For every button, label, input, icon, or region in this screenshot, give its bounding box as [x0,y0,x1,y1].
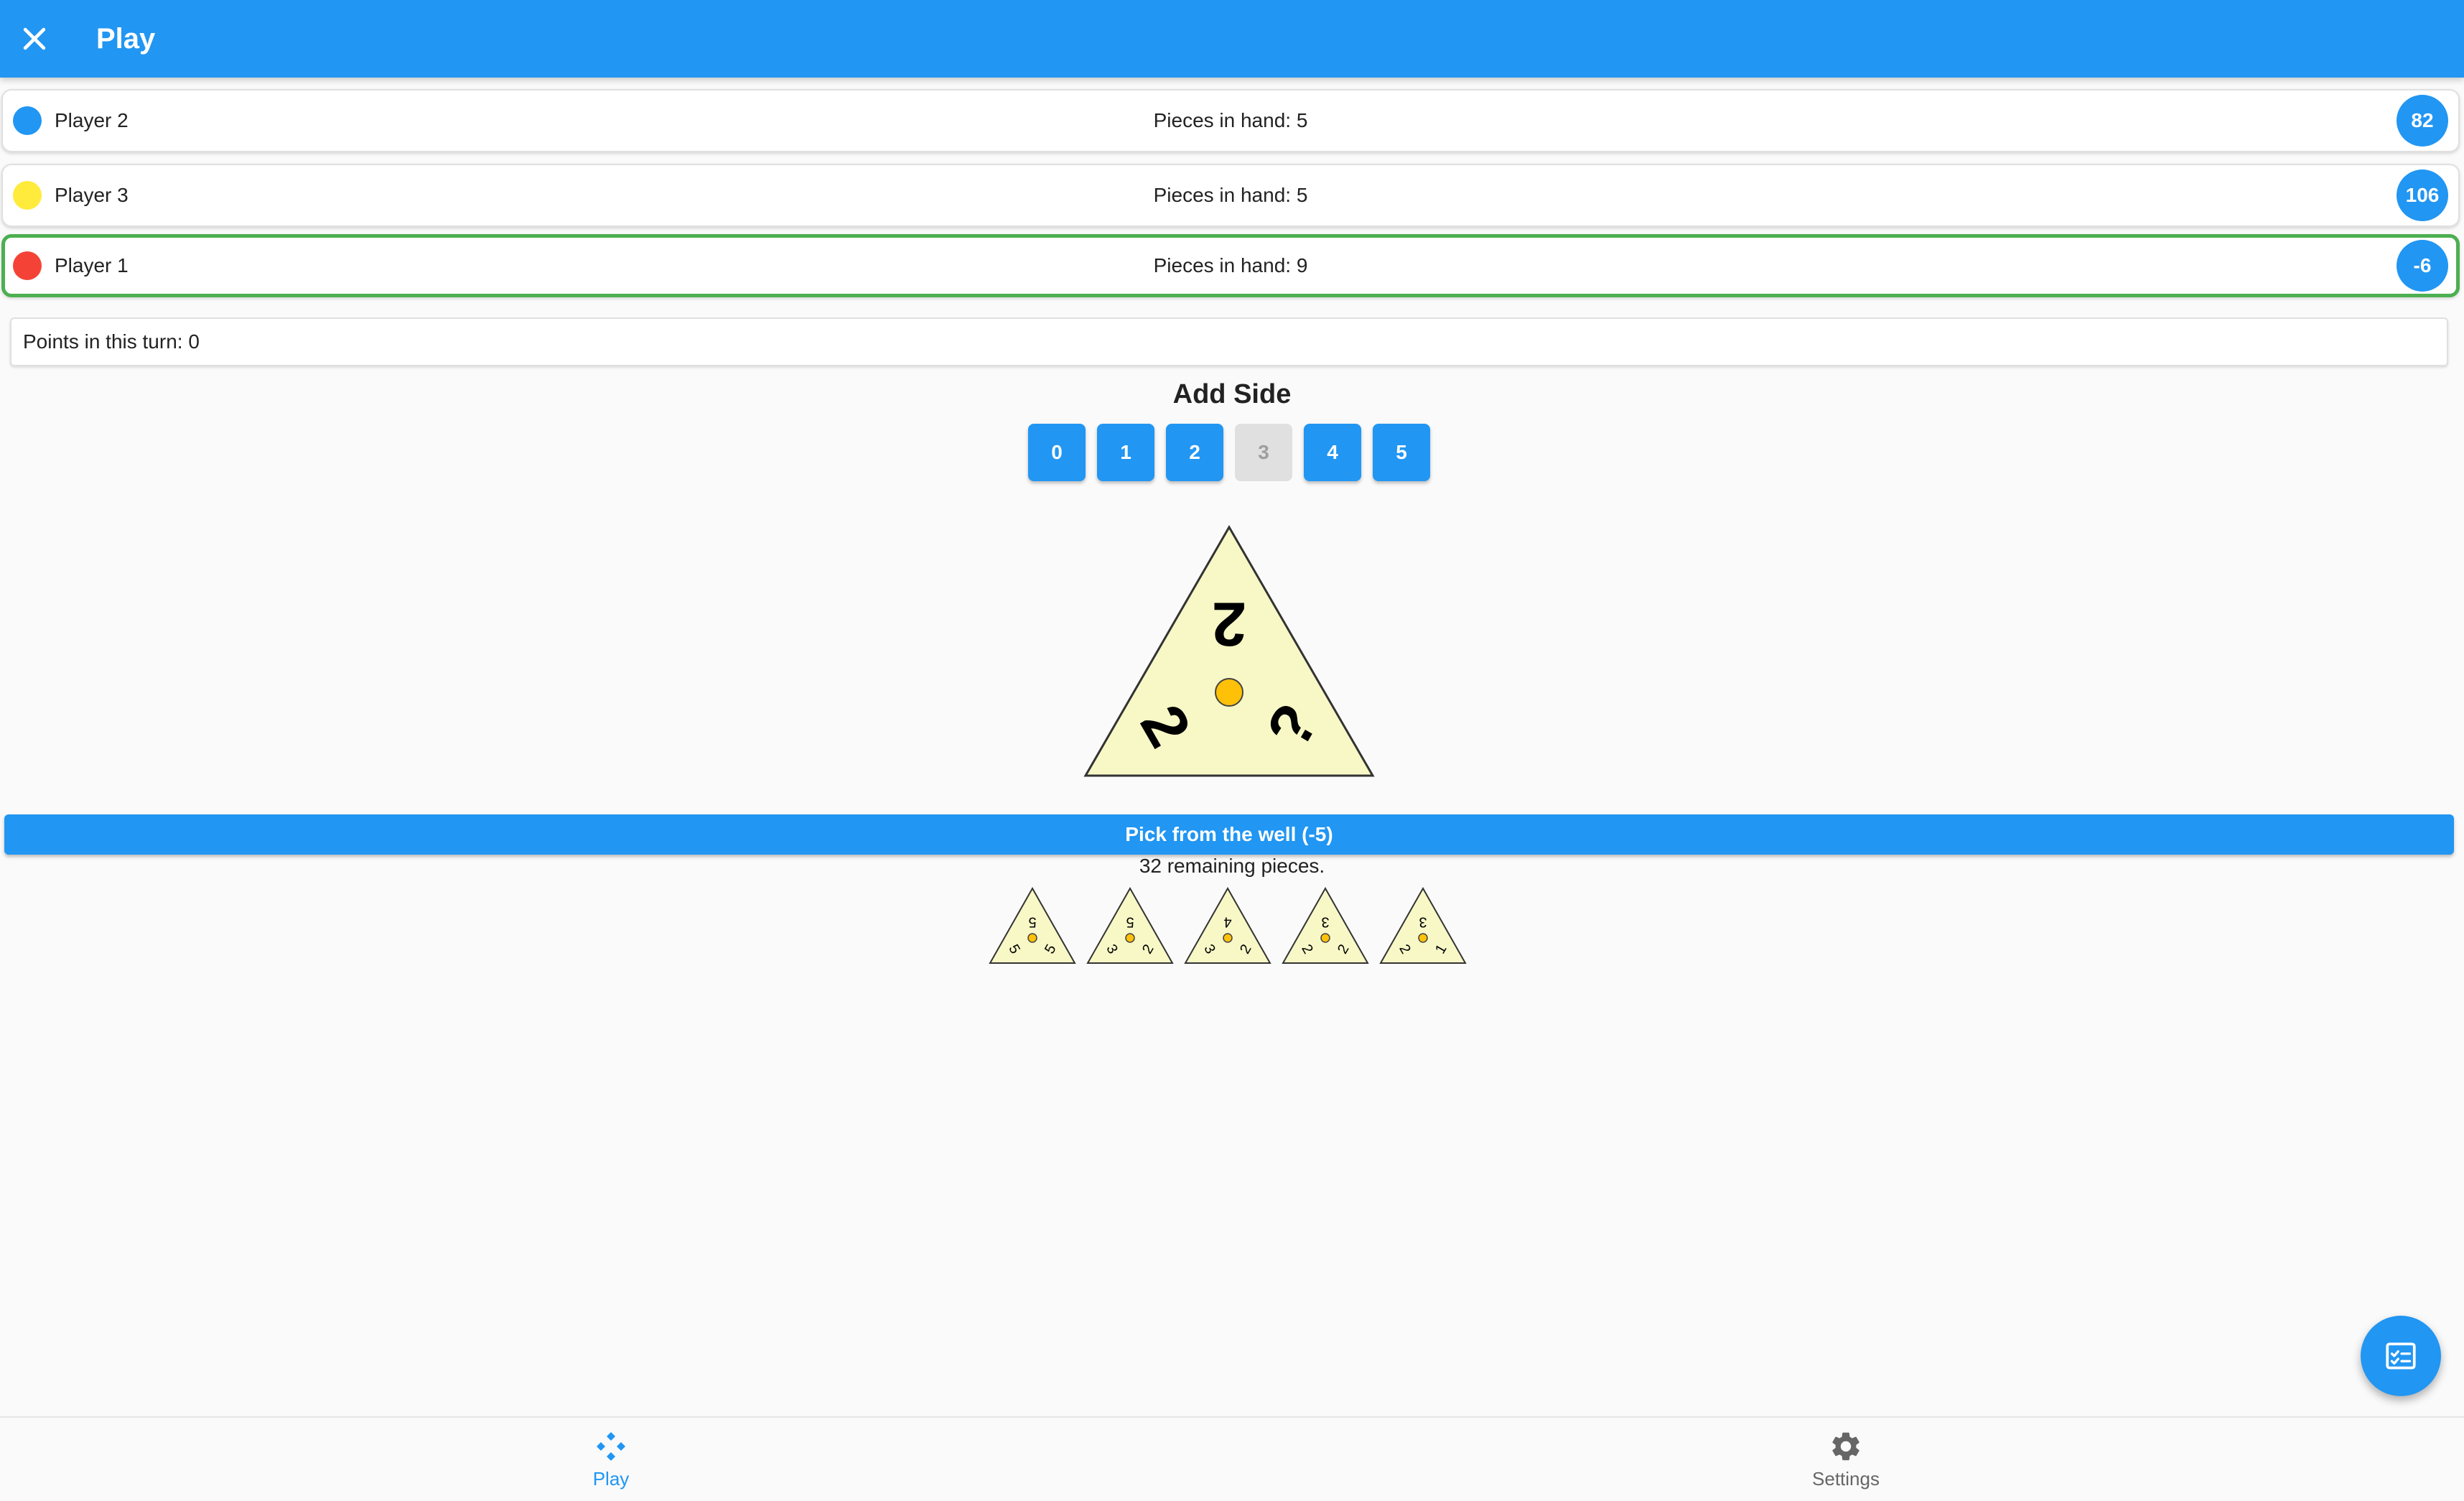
player-name: Player 2 [55,109,129,131]
tile-center-dot [1320,933,1330,943]
tile-center-dot [1027,933,1037,943]
tile-value-top: 4 [1223,914,1231,930]
gamepad-icon [597,1431,625,1461]
nav-item-settings[interactable]: Settings [1738,1418,1954,1501]
hand-tile[interactable]: 5 5 5 [988,886,1077,965]
score-badge: -6 [2397,240,2448,292]
player-color-dot [13,106,42,135]
tile-value-top: 5 [1126,914,1134,930]
hand-tile[interactable]: 3 2 1 [1378,886,1467,965]
pieces-in-hand: Pieces in hand: 5 [1153,109,1308,131]
side-button-5[interactable]: 5 [1373,424,1430,481]
side-button-0[interactable]: 0 [1028,424,1086,481]
nav-label-play: Play [592,1467,630,1490]
page-title: Play [96,22,156,55]
bottom-navigation: Play Settings [0,1416,2464,1500]
hand-tiles: 5 5 5 5 3 2 4 3 2 3 2 2 3 2 1 [988,886,1476,965]
hand-tile[interactable]: 4 3 2 [1183,886,1272,965]
side-button-3: 3 [1235,424,1292,481]
hand-tile[interactable]: 5 3 2 [1086,886,1175,965]
tile-value-top: 2 [1212,589,1246,658]
nav-label-settings: Settings [1812,1467,1880,1490]
tile-center-dot [1215,678,1243,707]
side-button-2[interactable]: 2 [1166,424,1223,481]
side-button-4[interactable]: 4 [1304,424,1361,481]
checklist-fab-button[interactable] [2361,1316,2441,1396]
tile-center-dot [1223,933,1233,943]
tile-value-top: 5 [1028,914,1036,930]
score-badge: 82 [2397,95,2448,147]
player-row-3[interactable]: Player 3 Pieces in hand: 5 106 [1,164,2460,227]
player-row-1[interactable]: Player 1 Pieces in hand: 9 -6 [1,234,2460,297]
points-this-turn: Points in this turn: 0 [10,317,2448,366]
player-name: Player 3 [55,184,129,206]
close-button[interactable] [0,4,69,73]
pick-from-well-button[interactable]: Pick from the well (-5) [4,814,2454,855]
remaining-pieces: 32 remaining pieces. [1139,855,1325,877]
tile-value-top: 3 [1321,914,1329,930]
player-color-dot [13,181,42,210]
nav-item-play[interactable]: Play [503,1418,719,1501]
pieces-in-hand: Pieces in hand: 5 [1153,184,1308,206]
close-icon [23,27,46,50]
gear-icon [1832,1432,1859,1460]
tile-center-dot [1418,933,1428,943]
side-buttons: 0 1 2 3 4 5 [1028,424,1442,481]
checklist-icon [2386,1342,2416,1370]
app-bar: Play [0,0,2464,78]
pieces-in-hand: Pieces in hand: 9 [1153,254,1308,276]
add-side-title: Add Side [1172,379,1292,409]
current-tile: 2 2 ? [1083,525,1375,777]
tile-value-top: 3 [1419,914,1427,930]
hand-tile[interactable]: 3 2 2 [1281,886,1370,965]
tile-center-dot [1125,933,1135,943]
side-button-1[interactable]: 1 [1097,424,1154,481]
score-badge: 106 [2397,169,2448,221]
player-name: Player 1 [55,254,129,276]
player-row-2[interactable]: Player 2 Pieces in hand: 5 82 [1,89,2460,152]
player-color-dot [13,251,42,280]
